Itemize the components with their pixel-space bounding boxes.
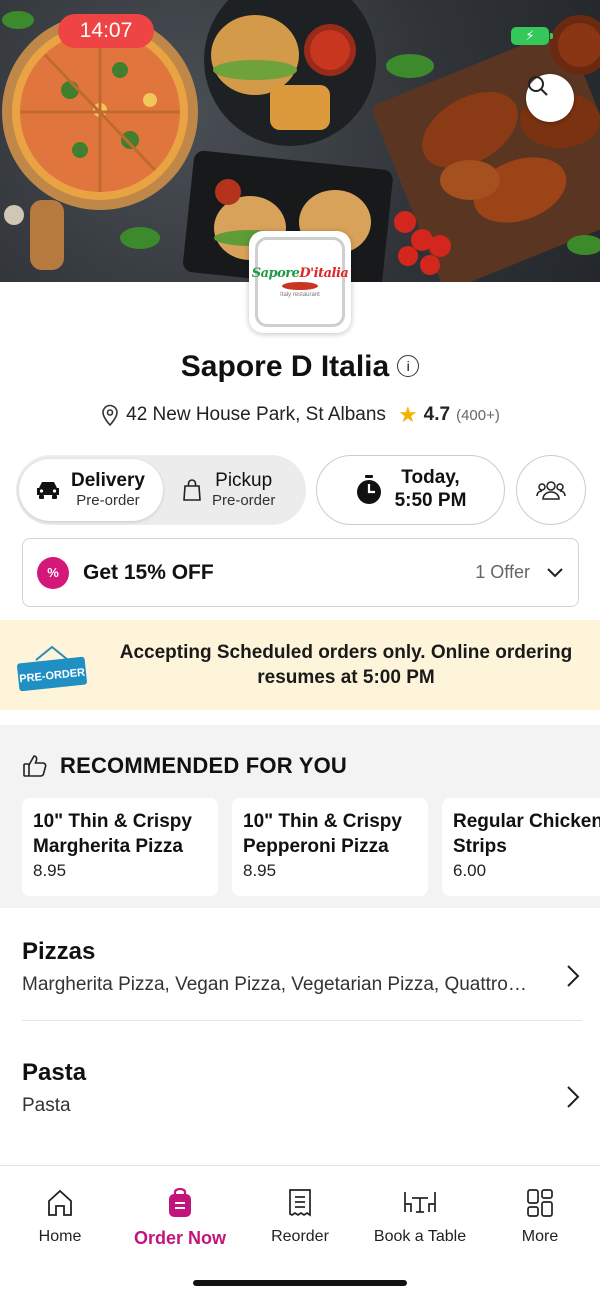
chevron-right-icon xyxy=(567,965,580,987)
home-indicator xyxy=(193,1280,407,1286)
tab-label: Order Now xyxy=(133,1228,226,1248)
group-order-button[interactable] xyxy=(516,455,586,525)
recommended-card[interactable]: Regular Chicken Strips 6.00 xyxy=(442,798,600,896)
category-title: Pizzas xyxy=(22,938,96,965)
order-bag-icon xyxy=(169,1188,191,1217)
chevron-down-icon xyxy=(547,567,563,577)
address-row: 42 New House Park, St Albans ★ 4.7 (400+… xyxy=(0,402,600,428)
table-icon xyxy=(404,1192,436,1213)
star-icon: ★ xyxy=(397,402,418,427)
card-name-line2: Strips xyxy=(453,835,507,857)
schedule-time: 5:50 PM xyxy=(394,490,467,511)
bottom-tab-bar: Home Order Now Reorder Book a Table More xyxy=(0,1165,600,1298)
recommended-card[interactable]: 10" Thin & Crispy Pepperoni Pizza 8.95 xyxy=(232,798,428,896)
tab-home[interactable]: Home xyxy=(0,1188,120,1246)
rating-count: (400+) xyxy=(456,406,500,424)
delivery-label: Delivery xyxy=(71,469,145,491)
category-description: Pasta xyxy=(22,1095,71,1116)
pickup-option[interactable]: Pickup Pre-order xyxy=(168,459,302,521)
tab-book-a-table[interactable]: Book a Table xyxy=(360,1188,480,1246)
restaurant-logo: SaporeD'italia Italy restaurant xyxy=(249,231,351,333)
card-name-line2: Margherita Pizza xyxy=(33,835,183,857)
delivery-option[interactable]: Delivery Pre-order xyxy=(19,459,163,521)
recommended-card[interactable]: 10" Thin & Crispy Margherita Pizza 8.95 xyxy=(22,798,218,896)
search-icon xyxy=(528,76,548,96)
category-row-pizzas[interactable]: Pizzas Margherita Pizza, Vegan Pizza, Ve… xyxy=(22,938,582,1018)
category-description: Margherita Pizza, Vegan Pizza, Vegetaria… xyxy=(22,974,532,995)
pickup-label: Pickup xyxy=(215,469,273,491)
address-text: 42 New House Park, St Albans xyxy=(126,404,386,425)
restaurant-name: Sapore D Italia i xyxy=(0,350,600,384)
shopping-bag-icon xyxy=(183,479,201,501)
offer-count: 1 Offer xyxy=(475,562,530,582)
home-icon xyxy=(48,1189,72,1216)
rating-value: 4.7 xyxy=(423,404,451,425)
card-price: 8.95 xyxy=(33,861,67,881)
card-name-line1: 10" Thin & Crispy xyxy=(243,811,402,832)
schedule-time-button[interactable]: Today, 5:50 PM xyxy=(316,455,505,525)
info-icon[interactable]: i xyxy=(397,355,420,377)
thumbs-up-icon xyxy=(23,755,47,777)
car-icon xyxy=(37,482,59,499)
recommended-section: RECOMMENDED FOR YOU 10" Thin & Crispy Ma… xyxy=(0,725,600,908)
card-name-line1: 10" Thin & Crispy xyxy=(33,811,192,832)
preorder-sign-icon: PRE-ORDER xyxy=(17,645,87,692)
chevron-right-icon xyxy=(567,1086,580,1108)
tab-order-now[interactable]: Order Now xyxy=(120,1188,240,1249)
tab-reorder[interactable]: Reorder xyxy=(240,1188,360,1246)
divider xyxy=(22,1020,582,1021)
search-button[interactable] xyxy=(526,74,574,122)
tab-label: Reorder xyxy=(271,1228,329,1245)
pickup-sub: Pre-order xyxy=(212,492,276,510)
location-pin-icon xyxy=(102,404,118,427)
card-price: 6.00 xyxy=(453,861,487,881)
status-time: 14:07 xyxy=(58,14,154,48)
category-title: Pasta xyxy=(22,1059,87,1086)
schedule-day: Today, xyxy=(401,467,460,489)
discount-badge-icon: % xyxy=(37,556,69,589)
offer-bar[interactable]: % Get 15% OFF 1 Offer xyxy=(22,538,579,607)
battery-icon: ⚡ xyxy=(511,27,553,45)
offer-title: Get 15% OFF xyxy=(83,560,214,584)
receipt-icon xyxy=(289,1189,311,1217)
tab-label: Home xyxy=(38,1228,82,1245)
recommended-heading: RECOMMENDED FOR YOU xyxy=(60,753,347,778)
card-name-line1: Regular Chicken xyxy=(453,811,600,832)
preorder-banner: PRE-ORDER Accepting Scheduled orders onl… xyxy=(0,620,600,710)
tab-more[interactable]: More xyxy=(480,1188,600,1246)
order-mode-toggle: Delivery Pre-order Pickup Pre-order xyxy=(16,455,306,525)
card-price: 8.95 xyxy=(243,861,277,881)
delivery-sub: Pre-order xyxy=(76,492,140,510)
category-row-pasta[interactable]: Pasta Pasta xyxy=(22,1059,582,1139)
banner-message: Accepting Scheduled orders only. Online … xyxy=(119,642,573,689)
card-name-line2: Pepperoni Pizza xyxy=(243,835,389,857)
timer-icon xyxy=(356,475,381,504)
tab-label: More xyxy=(521,1228,559,1245)
tab-label: Book a Table xyxy=(373,1228,467,1245)
grid-icon xyxy=(527,1189,553,1217)
group-icon xyxy=(536,481,566,500)
